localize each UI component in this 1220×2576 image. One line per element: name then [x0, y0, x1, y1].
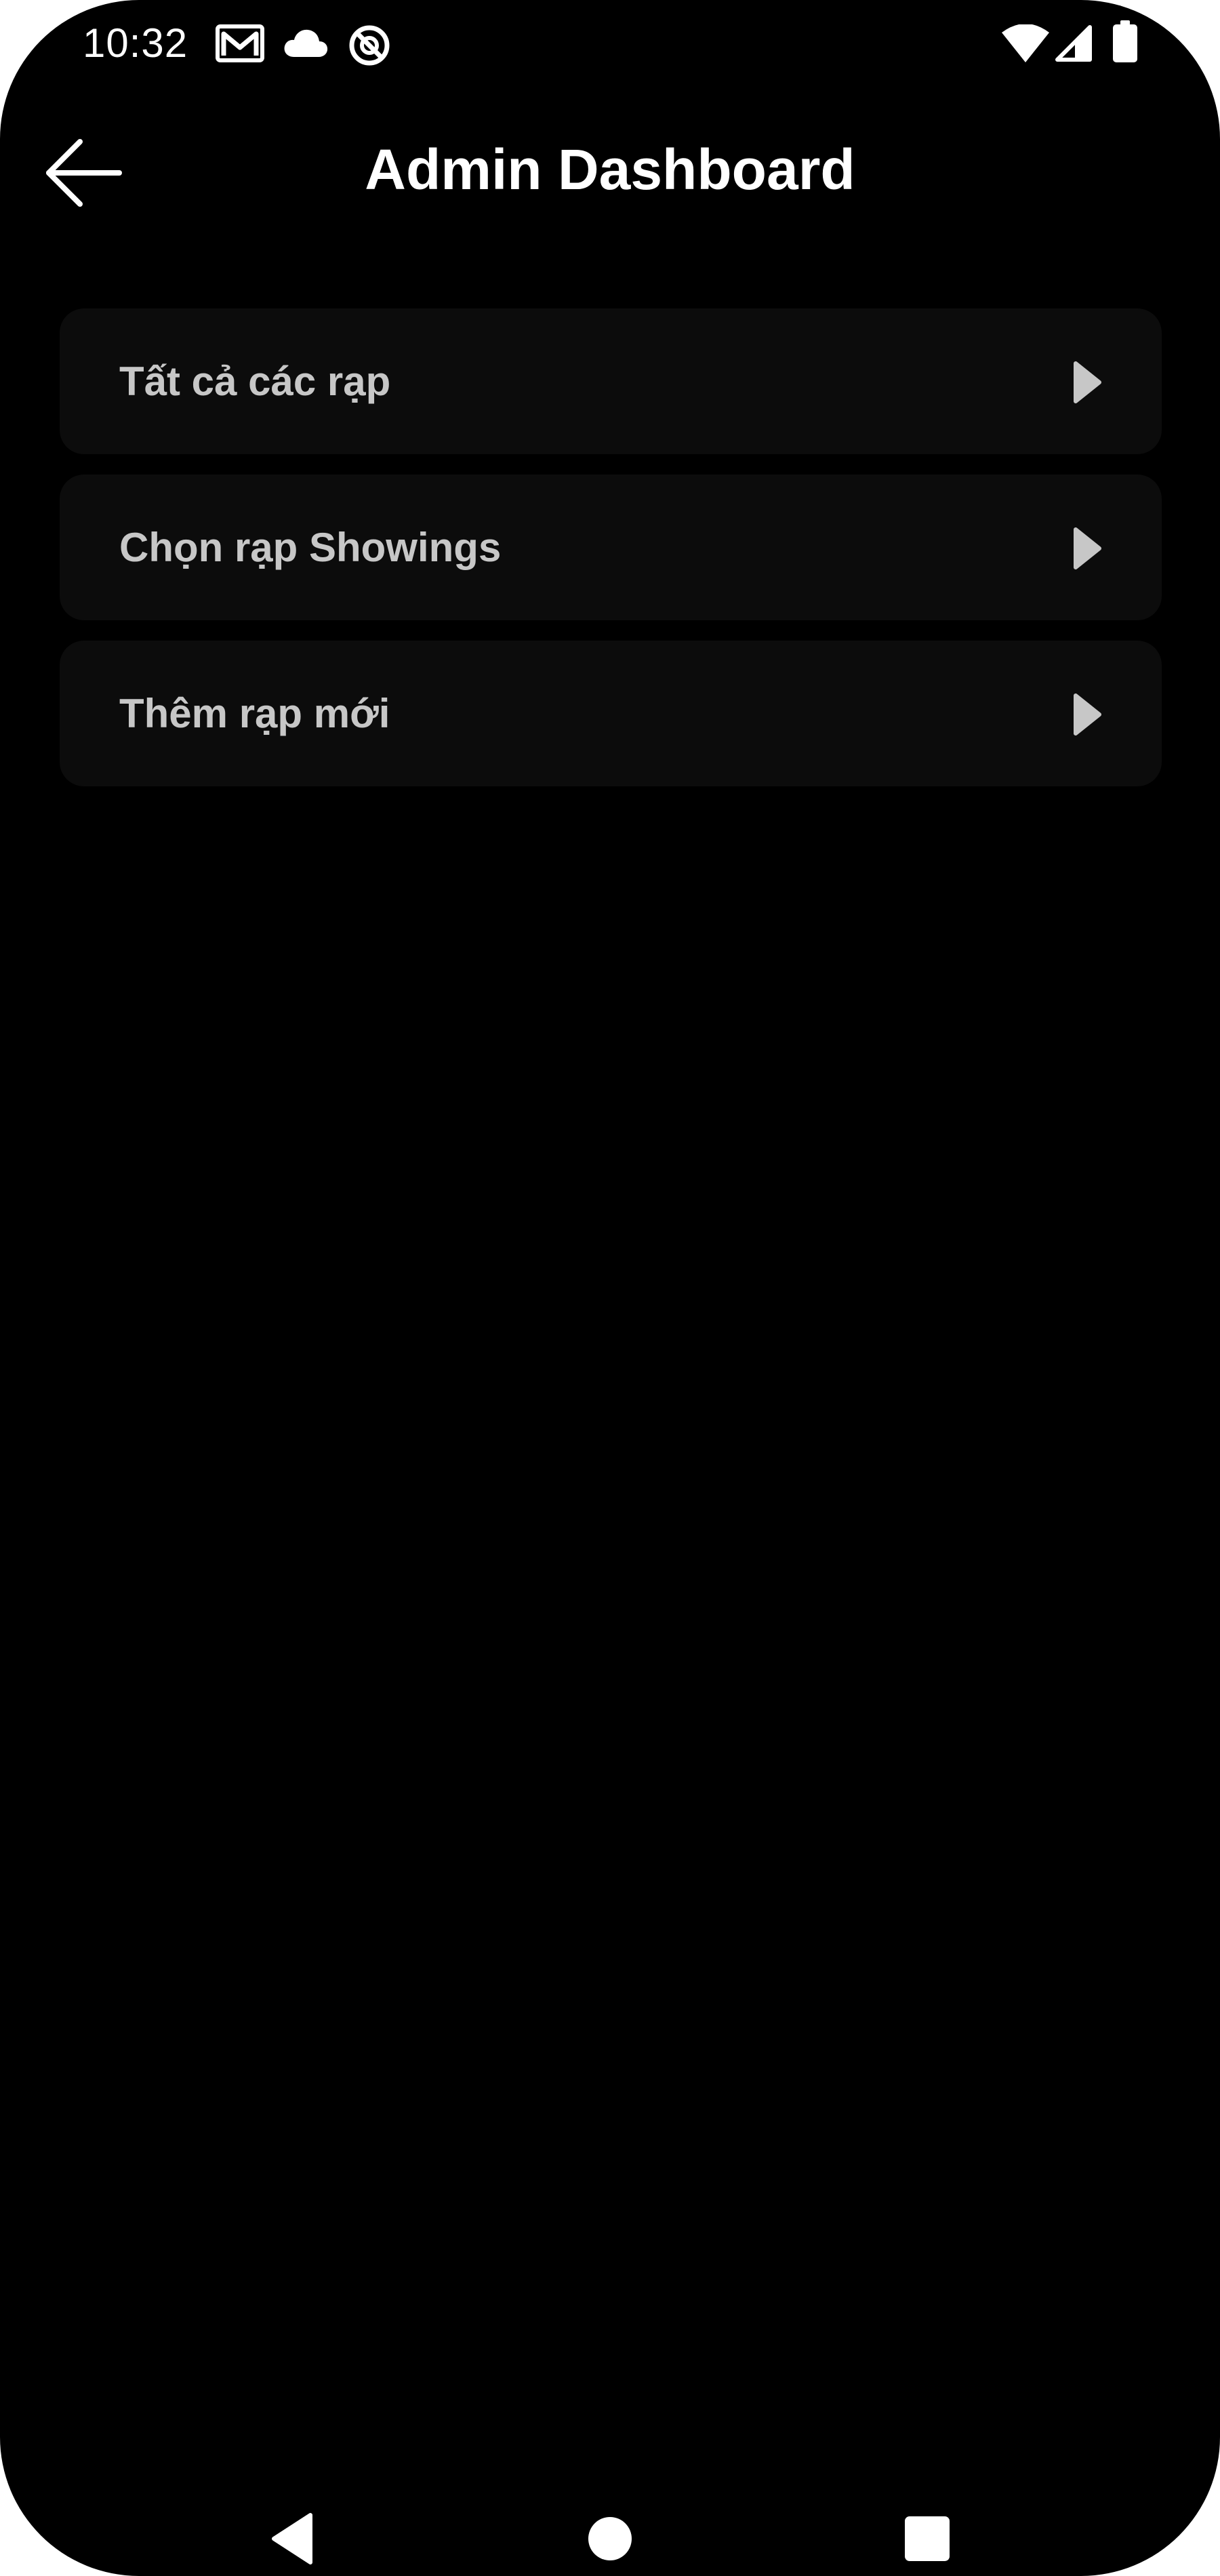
status-time: 10:32 — [83, 20, 188, 66]
nav-recents-icon — [890, 2501, 964, 2576]
phone-screen: 10:32 Admin Dashboard Tất cả các rạp Chọ… — [0, 0, 1220, 2576]
menu-item-label: Thêm rạp mới — [119, 691, 390, 736]
nav-back-icon — [255, 2501, 329, 2576]
play-arrow-icon — [1072, 361, 1102, 404]
status-bar: 10:32 — [0, 0, 1220, 88]
menu-item-select-showings[interactable]: Chọn rạp Showings — [60, 475, 1162, 620]
app-bar: Admin Dashboard — [0, 102, 1220, 237]
page-title: Admin Dashboard — [365, 138, 855, 201]
play-arrow-icon — [1072, 693, 1102, 736]
system-navigation-bar — [0, 2440, 1220, 2576]
cloud-icon — [283, 28, 328, 58]
nav-home-icon — [573, 2501, 647, 2576]
gmail-icon — [216, 24, 264, 62]
battery-icon — [1113, 20, 1137, 62]
menu-item-label: Tất cả các rạp — [119, 359, 391, 404]
menu-item-all-theaters[interactable]: Tất cả các rạp — [60, 308, 1162, 454]
wifi-icon — [1002, 24, 1049, 62]
admin-menu-list: Tất cả các rạp Chọn rạp Showings Thêm rạ… — [60, 308, 1162, 807]
menu-item-add-theater[interactable]: Thêm rạp mới — [60, 641, 1162, 786]
nav-back-button[interactable] — [255, 2501, 329, 2576]
nav-home-button[interactable] — [573, 2501, 647, 2576]
play-arrow-icon — [1072, 527, 1102, 570]
nav-recents-button[interactable] — [890, 2501, 964, 2576]
cellular-signal-icon — [1055, 24, 1093, 62]
no-sync-icon — [347, 23, 392, 68]
menu-item-label: Chọn rạp Showings — [119, 525, 502, 570]
